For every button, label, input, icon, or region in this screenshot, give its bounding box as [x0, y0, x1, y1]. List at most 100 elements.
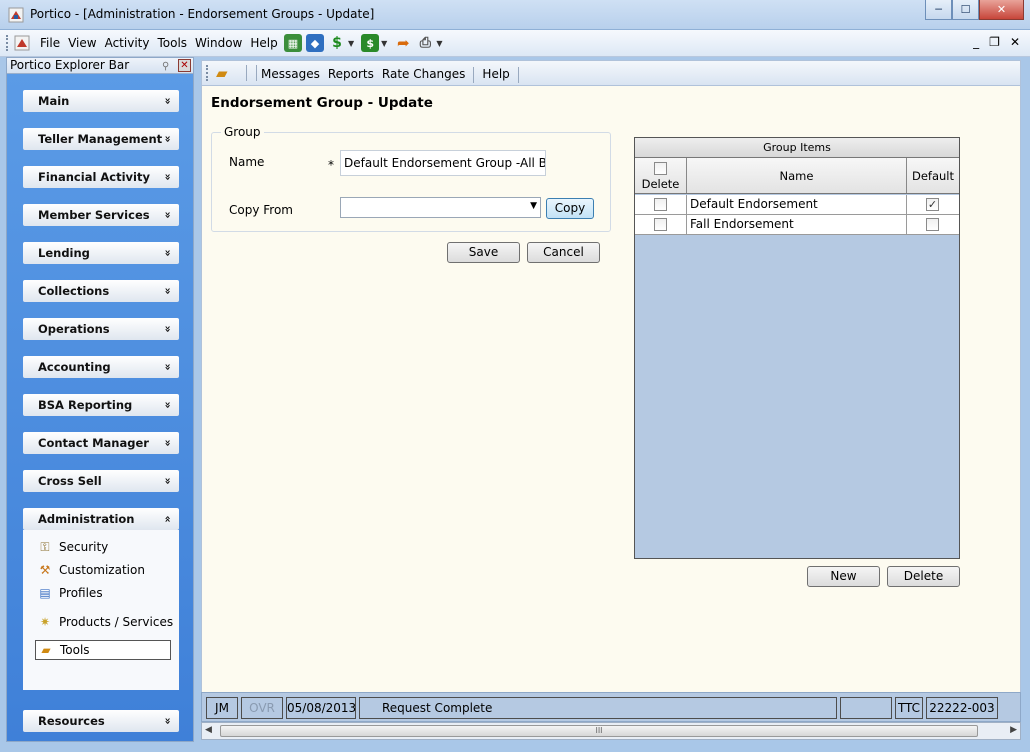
status-id: 22222-003	[926, 697, 998, 719]
chevron-down-icon[interactable]: »	[156, 135, 178, 142]
menu-tools[interactable]: Tools	[153, 36, 191, 50]
group-resources[interactable]: Resources »	[23, 710, 179, 732]
copy-from-select[interactable]: ▼	[340, 197, 541, 218]
group-bsa-reporting[interactable]: BSA Reporting »	[23, 394, 179, 416]
delete-button[interactable]: Delete	[887, 566, 960, 587]
menu-file[interactable]: File	[36, 36, 64, 50]
mdi-close-button[interactable]: ✕	[1010, 35, 1020, 49]
chevron-up-icon[interactable]: «	[156, 515, 178, 522]
products-icon: ✷	[39, 615, 51, 629]
group-operations[interactable]: Operations »	[23, 318, 179, 340]
status-empty	[840, 697, 892, 719]
admin-item-label: Profiles	[59, 586, 103, 600]
copy-button[interactable]: Copy	[546, 198, 594, 219]
cash-icon[interactable]: $	[361, 34, 380, 52]
toolbar-messages[interactable]: Messages	[257, 67, 324, 83]
admin-item-security[interactable]: ⚿ Security	[37, 537, 108, 557]
chevron-down-icon[interactable]: »	[156, 249, 178, 256]
save-button[interactable]: Save	[447, 242, 520, 263]
group-administration[interactable]: Administration «	[23, 508, 179, 530]
group-contact-manager[interactable]: Contact Manager »	[23, 432, 179, 454]
toolbar-grip[interactable]	[206, 65, 209, 81]
name-cell: Default Endorsement	[687, 195, 907, 214]
delete-column-header[interactable]: Delete	[635, 158, 687, 193]
chevron-down-icon[interactable]: »	[156, 401, 178, 408]
group-label: Teller Management	[38, 132, 163, 146]
default-checkbox[interactable]	[926, 218, 939, 231]
chevron-down-icon[interactable]: »	[156, 717, 178, 724]
mdi-app-icon[interactable]	[14, 35, 30, 51]
chevron-down-icon[interactable]: »	[156, 211, 178, 218]
group-label: Financial Activity	[38, 170, 150, 184]
main-toolbar: ▰ Messages Reports Rate Changes Help	[201, 60, 1021, 86]
mdi-restore-button[interactable]: ❐	[989, 35, 1000, 49]
money-dropdown-icon[interactable]: ▼	[348, 39, 354, 48]
admin-item-customization[interactable]: ⚒ Customization	[37, 560, 145, 580]
group-main[interactable]: Main »	[23, 90, 179, 112]
cash-dropdown-icon[interactable]: ▼	[381, 39, 387, 48]
table-row[interactable]: Default Endorsement ✓	[635, 195, 959, 215]
delete-checkbox[interactable]	[654, 218, 667, 231]
menu-help[interactable]: Help	[246, 36, 281, 50]
group-financial-activity[interactable]: Financial Activity »	[23, 166, 179, 188]
explorer-close-button[interactable]: ✕	[178, 59, 191, 72]
money-icon[interactable]: $	[328, 34, 346, 52]
scroll-thumb[interactable]: III	[220, 725, 978, 737]
scroll-left-icon[interactable]: ◀	[205, 725, 212, 735]
horizontal-scrollbar[interactable]: ◀ III ▶	[201, 722, 1021, 740]
menu-activity[interactable]: Activity	[101, 36, 154, 50]
group-accounting[interactable]: Accounting »	[23, 356, 179, 378]
cancel-button[interactable]: Cancel	[527, 242, 600, 263]
forward-arrow-icon[interactable]: ➦	[394, 34, 412, 52]
toolbar-rate-changes[interactable]: Rate Changes	[378, 67, 470, 83]
window-close-button[interactable]: ✕	[979, 0, 1024, 20]
default-column-header[interactable]: Default	[907, 158, 959, 193]
toolbar-reports[interactable]: Reports	[324, 67, 378, 83]
group-teller-management[interactable]: Teller Management»	[23, 128, 179, 150]
chevron-down-icon[interactable]: »	[156, 287, 178, 294]
printer-icon[interactable]: ⎙	[416, 34, 434, 52]
group-lending[interactable]: Lending »	[23, 242, 179, 264]
tools-icon[interactable]: ▰	[216, 64, 234, 82]
admin-item-tools[interactable]: ▰ Tools	[35, 640, 171, 660]
dropdown-arrow-icon[interactable]: ▼	[530, 201, 537, 211]
chevron-down-icon[interactable]: »	[156, 363, 178, 370]
calculator-icon[interactable]: ▦	[284, 34, 302, 52]
new-button[interactable]: New	[807, 566, 880, 587]
chevron-down-icon[interactable]: »	[156, 325, 178, 332]
printer-dropdown-icon[interactable]: ▼	[436, 39, 442, 48]
menu-view[interactable]: View	[64, 36, 100, 50]
chevron-down-icon[interactable]: »	[156, 97, 178, 104]
delete-checkbox[interactable]	[654, 198, 667, 211]
title-bar: Portico - [Administration - Endorsement …	[0, 0, 1030, 30]
group-cross-sell[interactable]: Cross Sell »	[23, 470, 179, 492]
name-column-header[interactable]: Name	[687, 158, 907, 193]
profiles-icon: ▤	[39, 586, 51, 600]
menu-grip[interactable]	[6, 35, 9, 51]
group-label: Member Services	[38, 208, 150, 222]
mdi-minimize-button[interactable]: _	[973, 35, 979, 49]
chevron-down-icon[interactable]: »	[156, 477, 178, 484]
chevron-down-icon[interactable]: »	[156, 439, 178, 446]
chevron-down-icon[interactable]: »	[156, 173, 178, 180]
portico-app-icon[interactable]	[8, 7, 24, 23]
menu-window[interactable]: Window	[191, 36, 246, 50]
select-all-checkbox[interactable]	[654, 162, 667, 175]
group-collections[interactable]: Collections »	[23, 280, 179, 302]
group-label: Collections	[38, 284, 110, 298]
content-area: Endorsement Group - Update Group Name * …	[201, 86, 1021, 692]
group-member-services[interactable]: Member Services »	[23, 204, 179, 226]
status-ttc: TTC	[895, 697, 923, 719]
admin-item-products-services[interactable]: ✷ Products / Services	[37, 612, 173, 632]
default-checkbox[interactable]: ✓	[926, 198, 939, 211]
toolbar-help[interactable]: Help	[478, 67, 513, 83]
cards-icon[interactable]: ◆	[306, 34, 324, 52]
scroll-right-icon[interactable]: ▶	[1010, 725, 1017, 735]
name-field[interactable]: Default Endorsement Group -All Bran	[340, 150, 546, 176]
pin-icon[interactable]: ⚲	[162, 59, 175, 72]
group-legend: Group	[221, 125, 264, 139]
window-maximize-button[interactable]: ☐	[952, 0, 979, 20]
table-row[interactable]: Fall Endorsement	[635, 215, 959, 235]
admin-item-profiles[interactable]: ▤ Profiles	[37, 583, 103, 603]
window-minimize-button[interactable]: ─	[925, 0, 952, 20]
